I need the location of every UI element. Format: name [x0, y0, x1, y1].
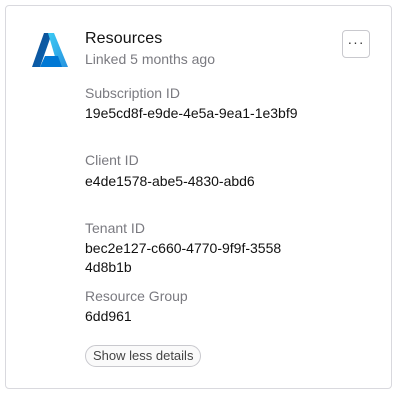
ellipsis-icon: ···	[347, 33, 365, 50]
resource-group-value: 6dd961	[85, 308, 132, 324]
subscription-id-value: 19e5cd8f-e9de-4e5a-9ea1-1e3bf9	[85, 105, 298, 121]
azure-logo-icon	[31, 32, 69, 68]
card-title: Resources	[85, 30, 163, 47]
more-options-button[interactable]: ···	[342, 30, 370, 58]
client-id-label: Client ID	[85, 152, 139, 168]
show-less-details-button[interactable]: Show less details	[85, 345, 202, 367]
tenant-id-value-line2: 4d8b1b	[85, 259, 132, 275]
tenant-id-value-line1: bec2e127-c660-4770-9f9f-3558	[85, 240, 282, 256]
subscription-id-label: Subscription ID	[85, 85, 180, 101]
resource-card: Resources Linked 5 months ago ··· Subscr…	[5, 5, 392, 389]
tenant-id-label: Tenant ID	[85, 220, 145, 236]
client-id-value: e4de1578-abe5-4830-abd6	[85, 173, 255, 189]
linked-timestamp: Linked 5 months ago	[85, 51, 215, 67]
resource-group-label: Resource Group	[85, 288, 188, 304]
